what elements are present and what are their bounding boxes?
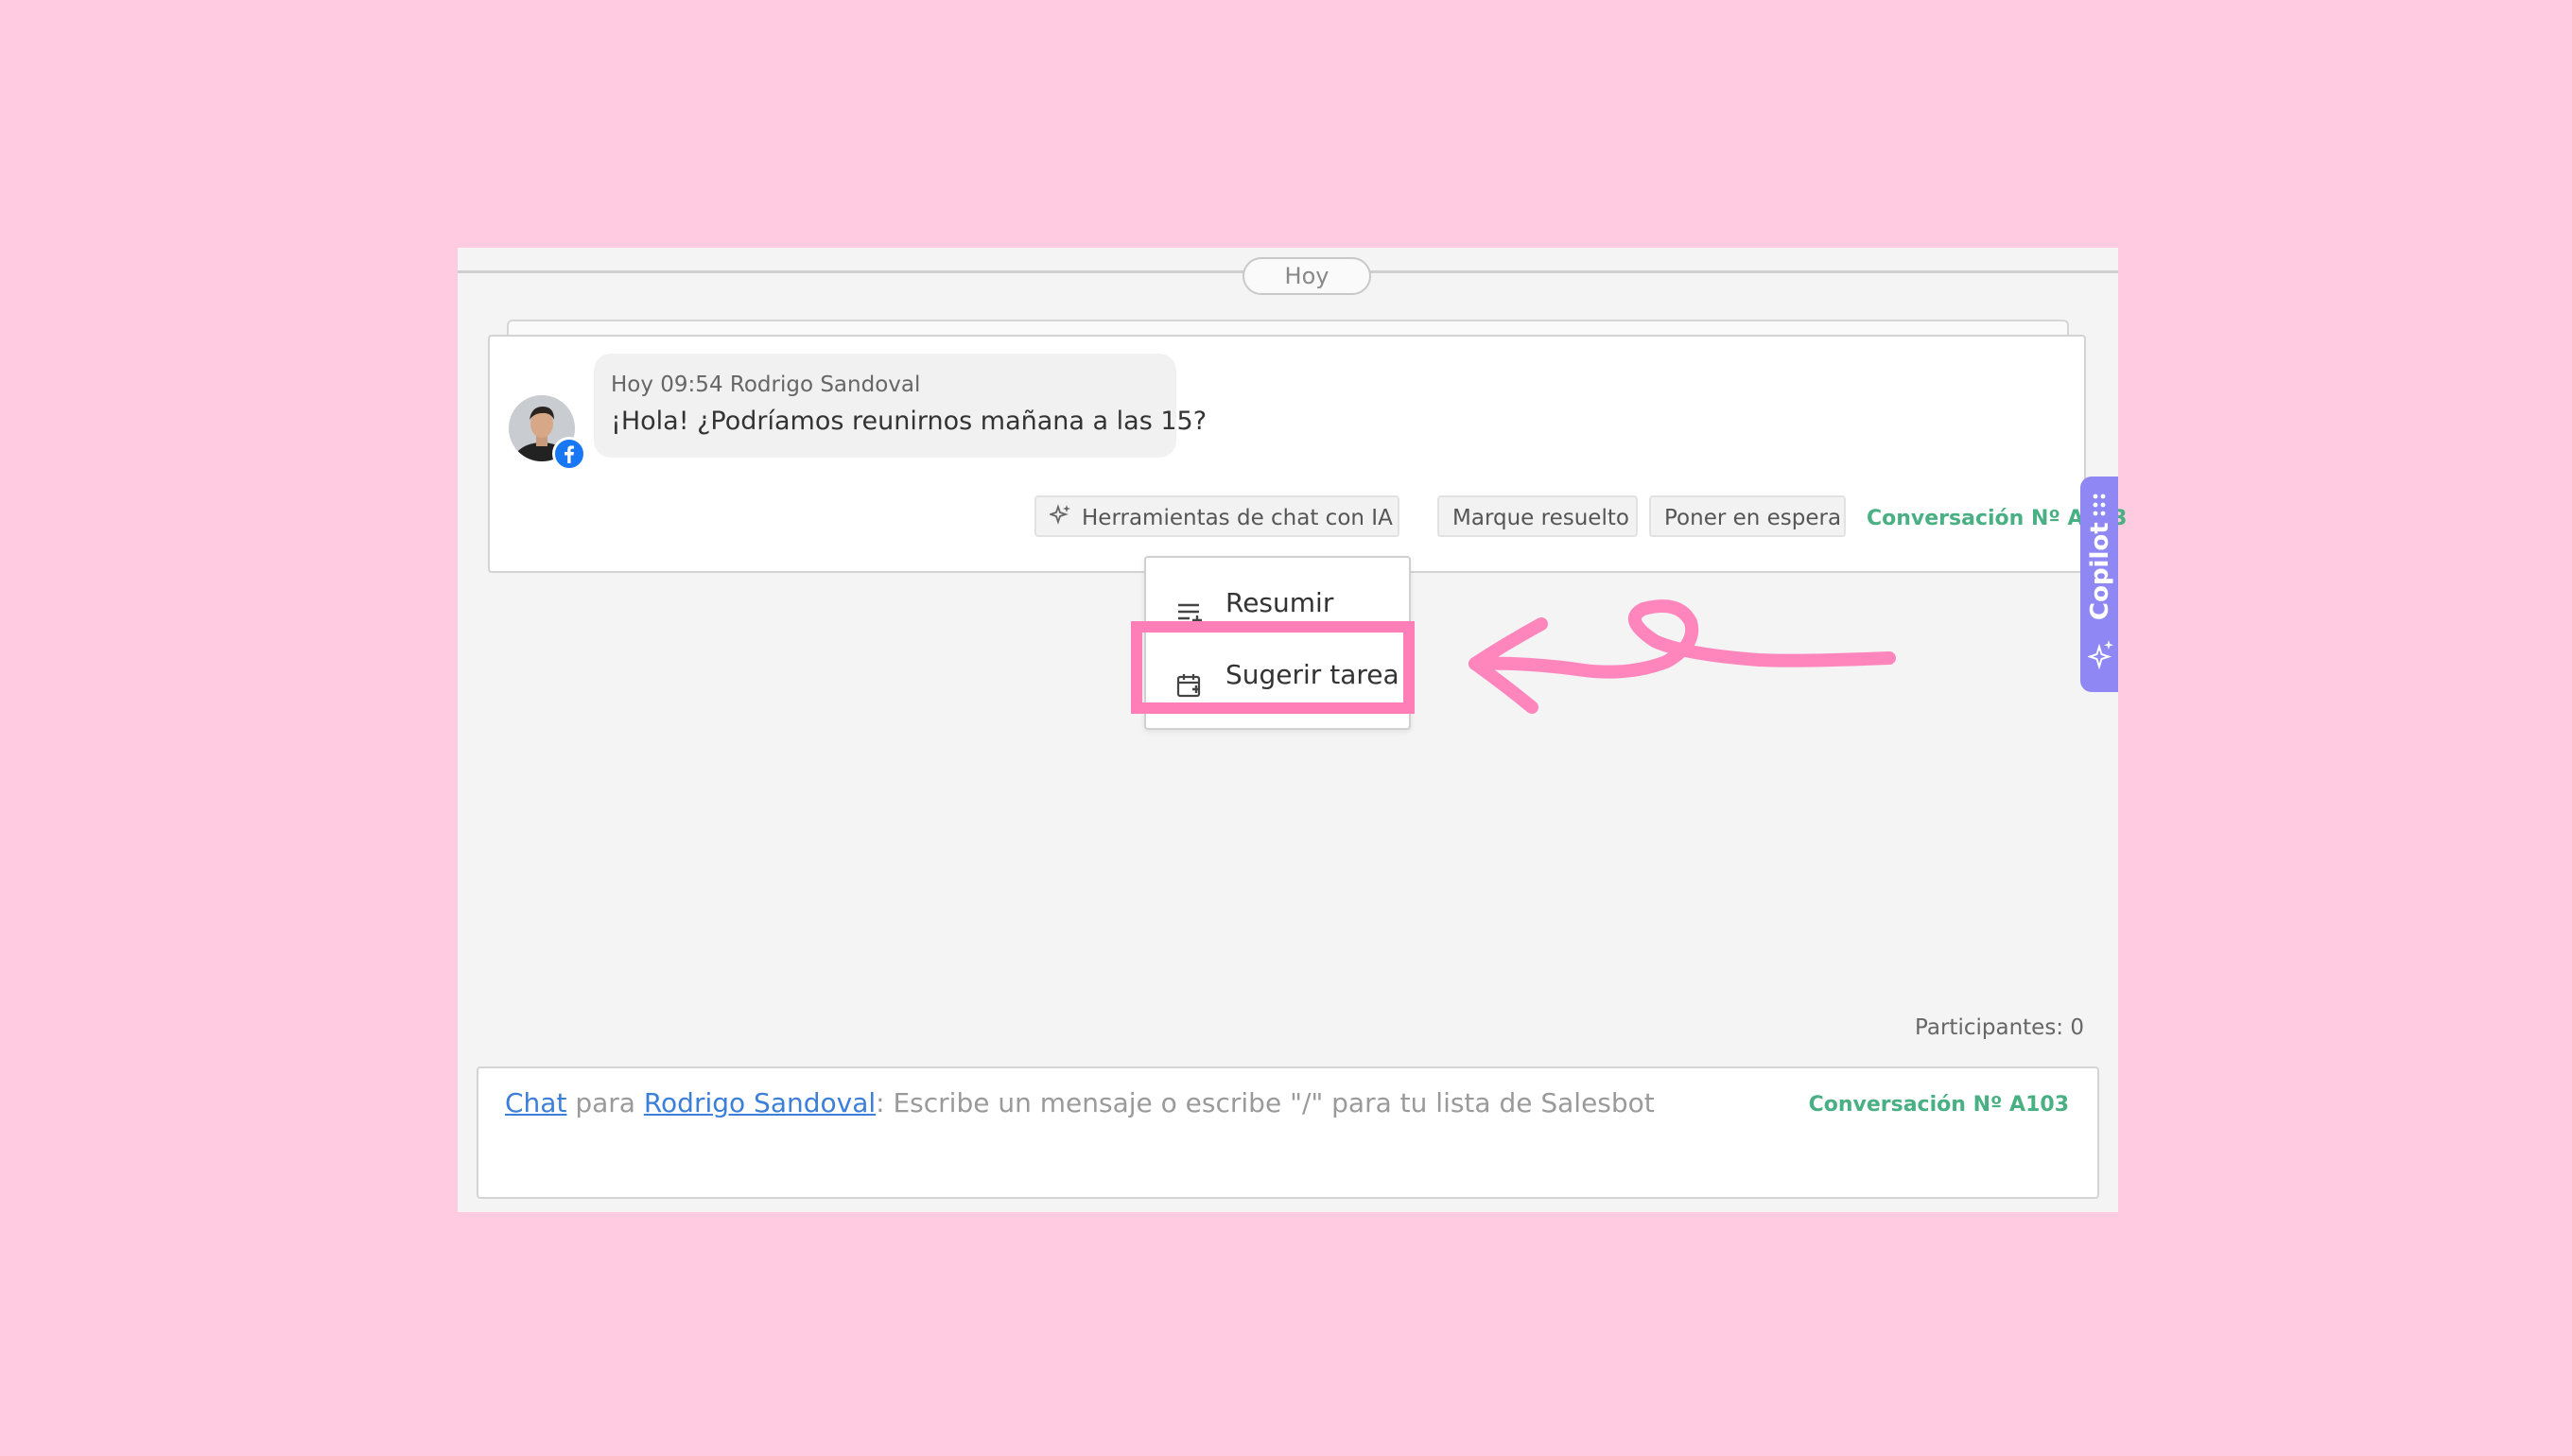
mark-resolved-button[interactable]: Marque resuelto — [1437, 495, 1638, 537]
drag-handle-icon[interactable] — [2093, 494, 2106, 516]
copilot-label: Copilot — [2086, 522, 2114, 620]
message-composer[interactable]: Chat para Rodrigo Sandoval: Escribe un m… — [477, 1066, 2099, 1199]
message-text: ¡Hola! ¿Podríamos reunirnos mañana a las… — [611, 407, 1208, 436]
put-on-hold-button[interactable]: Poner en espera — [1649, 495, 1846, 537]
participants-count: Participantes: 0 — [1915, 1015, 2084, 1040]
copilot-tab[interactable]: Copilot — [2080, 477, 2118, 692]
composer-conversation-id[interactable]: Conversación Nº A103 — [1809, 1093, 2069, 1117]
recipient-link[interactable]: Rodrigo Sandoval — [644, 1087, 876, 1118]
ai-chat-tools-label: Herramientas de chat con IA — [1082, 506, 1393, 530]
message-meta: Hoy 09:54 Rodrigo Sandoval — [611, 373, 921, 397]
summarize-icon — [1176, 590, 1205, 625]
sparkles-icon — [1048, 498, 1074, 540]
date-divider-label: Hoy — [1243, 257, 1371, 295]
message-bubble: Hoy 09:54 Rodrigo Sandoval ¡Hola! ¿Podrí… — [594, 354, 1207, 458]
channel-link[interactable]: Chat — [505, 1087, 566, 1118]
avatar[interactable] — [509, 395, 586, 471]
composer-para-text: para — [566, 1087, 644, 1118]
arrow-annotation — [1468, 599, 1896, 714]
message-card: Hoy 09:54 Rodrigo Sandoval ¡Hola! ¿Podrí… — [488, 335, 2127, 573]
sparkles-icon — [2088, 640, 2113, 669]
composer-input[interactable]: Chat para Rodrigo Sandoval: Escribe un m… — [505, 1087, 1655, 1118]
ai-chat-tools-button[interactable]: Herramientas de chat con IA — [1034, 495, 1399, 537]
highlight-box — [1131, 621, 1415, 714]
facebook-icon — [552, 437, 586, 471]
composer-placeholder: : Escribe un mensaje o escribe "/" para … — [876, 1087, 1655, 1118]
chat-panel: Hoy Hoy 09:54 Rodrigo Sandoval ¡Hola! ¿P… — [458, 248, 2127, 1212]
